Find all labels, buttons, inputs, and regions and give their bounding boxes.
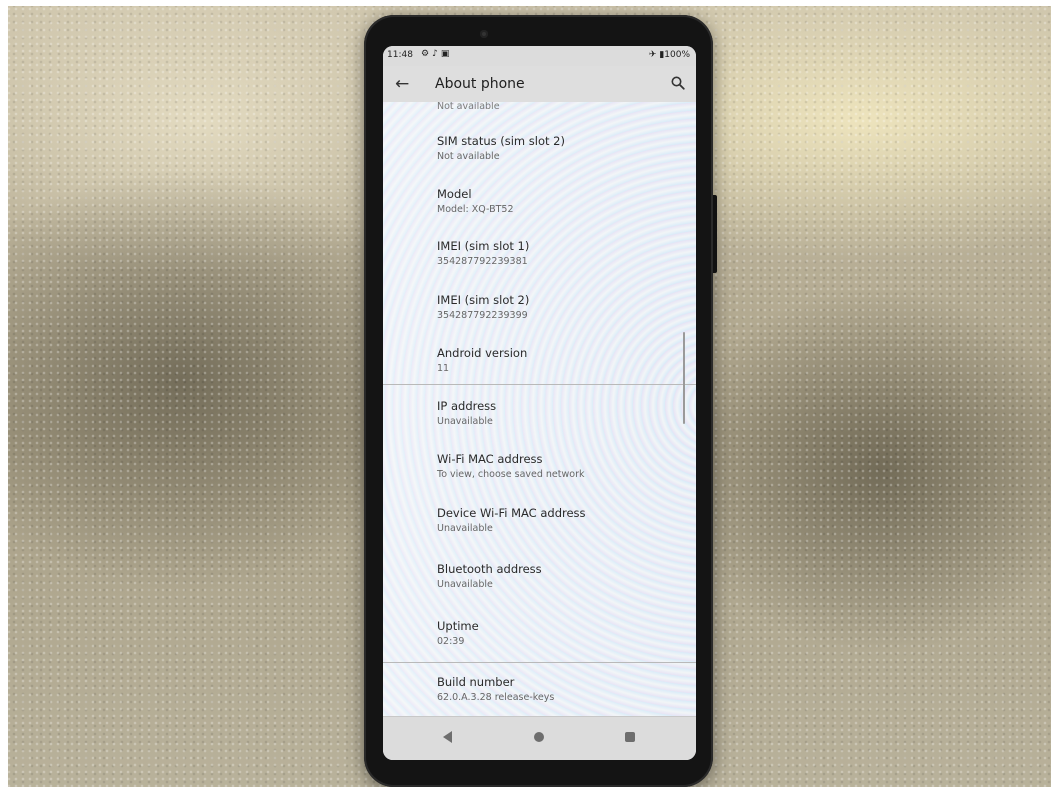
list-item-ip-address[interactable]: IP address Unavailable (437, 399, 687, 428)
list-item-subtitle: 354287792239399 (437, 310, 528, 321)
section-divider (383, 384, 696, 385)
about-phone-list: Not available SIM status (sim slot 2) No… (383, 101, 696, 716)
list-item-uptime[interactable]: Uptime 02:39 (437, 619, 687, 648)
photo-background: 11:48 ⚙♪▣ ✈ ▮100% ← About phone Not avai… (0, 0, 1057, 793)
app-bar: ← About phone (383, 66, 696, 102)
nav-home-icon[interactable] (534, 732, 544, 742)
list-item-title: SIM status (sim slot 2) (437, 134, 565, 148)
search-icon[interactable] (670, 75, 686, 91)
list-item-subtitle: 02:39 (437, 636, 465, 647)
list-item-title: Bluetooth address (437, 562, 542, 576)
list-item-title: Device Wi-Fi MAC address (437, 506, 586, 520)
list-item-sim-status-slot-2[interactable]: SIM status (sim slot 2) Not available (437, 134, 687, 163)
list-item-title: Android version (437, 346, 528, 360)
list-item-subtitle: 11 (437, 363, 450, 374)
nav-back-icon[interactable] (443, 731, 452, 743)
list-item-subtitle: 354287792239381 (437, 256, 528, 267)
list-item-subtitle: Unavailable (437, 523, 493, 534)
list-item-build-number[interactable]: Build number 62.0.A.3.28 release-keys (437, 675, 687, 704)
battery-percent: 100% (664, 50, 690, 60)
airplane-icon: ✈ (648, 50, 657, 60)
scrollbar-thumb[interactable] (683, 332, 685, 424)
music-note-icon: ♪ (432, 49, 441, 59)
list-item-title: IP address (437, 399, 497, 413)
list-item-device-wifi-mac-address[interactable]: Device Wi-Fi MAC address Unavailable (437, 506, 687, 535)
list-item-title: Wi-Fi MAC address (437, 452, 543, 466)
list-item-title: IMEI (sim slot 1) (437, 239, 530, 253)
list-item-imei-slot-1[interactable]: IMEI (sim slot 1) 354287792239381 (437, 239, 687, 268)
photo-icon: ▣ (440, 49, 453, 59)
list-item-subtitle: Not available (437, 151, 500, 162)
front-camera (480, 30, 488, 38)
list-item-title: IMEI (sim slot 2) (437, 293, 530, 307)
page-title: About phone (435, 76, 525, 92)
list-item-bluetooth-address[interactable]: Bluetooth address Unavailable (437, 562, 687, 591)
list-item-subtitle: Unavailable (437, 416, 493, 427)
list-item-title: Model (437, 187, 472, 201)
list-item-subtitle: 62.0.A.3.28 release-keys (437, 692, 555, 703)
list-item-subtitle: Unavailable (437, 579, 493, 590)
phone-screen: 11:48 ⚙♪▣ ✈ ▮100% ← About phone Not avai… (383, 46, 696, 760)
list-item-imei-slot-2[interactable]: IMEI (sim slot 2) 354287792239399 (437, 293, 687, 322)
list-item-model[interactable]: Model Model: XQ-BT52 (437, 187, 687, 216)
side-button (713, 195, 717, 273)
status-bar: 11:48 ⚙♪▣ ✈ ▮100% (383, 46, 696, 66)
partial-item-subtitle: Not available (437, 101, 500, 112)
navigation-bar (383, 716, 696, 760)
arrow-left-icon[interactable]: ← (395, 74, 409, 94)
list-item-subtitle: To view, choose saved network (437, 469, 585, 480)
gear-icon: ⚙ (421, 49, 433, 59)
list-item-android-version[interactable]: Android version 11 (437, 346, 687, 375)
list-item-title: Uptime (437, 619, 479, 633)
nav-recents-icon[interactable] (625, 732, 635, 742)
list-item-title: Build number (437, 675, 515, 689)
status-right-group: ✈ ▮100% (649, 50, 690, 60)
list-item-wifi-mac-address[interactable]: Wi-Fi MAC address To view, choose saved … (437, 452, 687, 481)
list-item-subtitle: Model: XQ-BT52 (437, 204, 514, 215)
section-divider (383, 662, 696, 663)
status-notification-icons: ⚙♪▣ (421, 49, 452, 59)
status-time: 11:48 (387, 50, 413, 60)
